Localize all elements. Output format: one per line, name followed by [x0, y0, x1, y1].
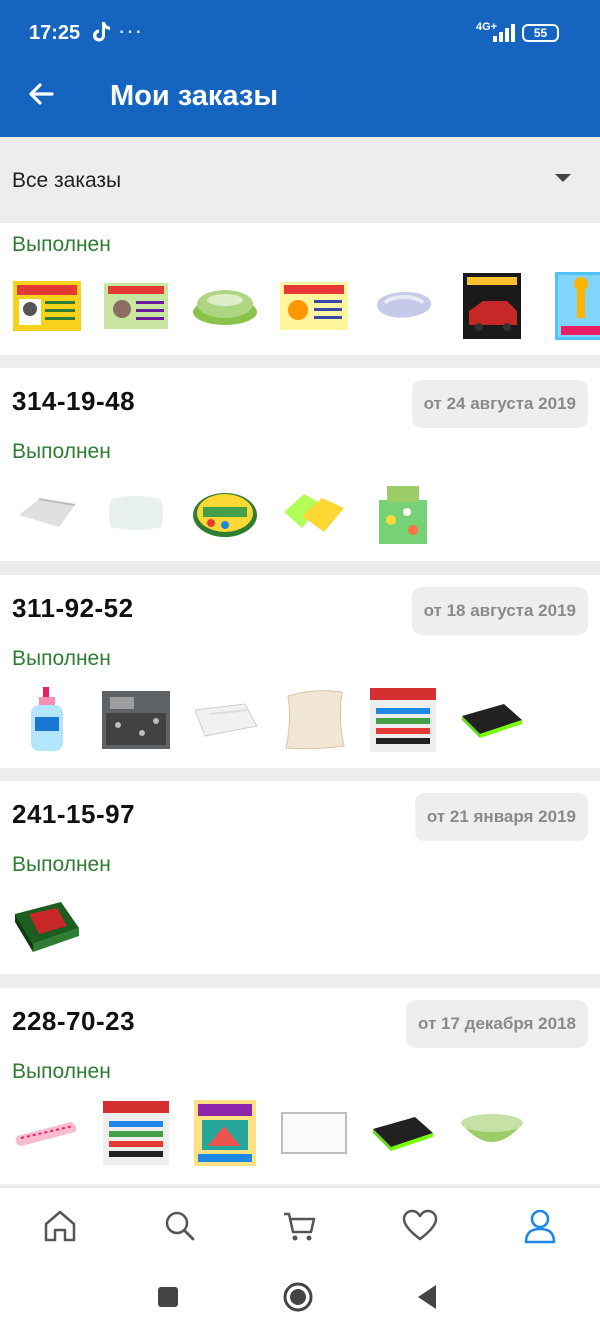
product-thumbnail-bath-sponge[interactable] [368, 271, 438, 341]
product-thumbnail-whiteboard[interactable] [279, 1098, 349, 1168]
product-thumbnail-blanket-white[interactable] [190, 685, 260, 755]
product-thumbnail-whiteboard-eraser[interactable] [457, 685, 527, 755]
order-status: Выполнен [12, 647, 111, 670]
product-thumbnail-pillow-beige[interactable] [279, 685, 349, 755]
page-title: Мои заказы [110, 80, 279, 112]
order-card[interactable]: 241-15-97 от 21 января 2019 Выполнен [0, 781, 600, 974]
signal-icon [493, 24, 515, 42]
notification-dots: ··· [118, 18, 143, 43]
product-thumbnail-colored-pencils[interactable] [457, 271, 527, 341]
home-circle-icon[interactable] [278, 1277, 318, 1317]
home-icon[interactable] [40, 1206, 80, 1246]
battery-icon: 55 [522, 24, 559, 42]
product-thumbnail-bedding-set[interactable] [368, 478, 438, 548]
product-thumbnail-pencil-case[interactable] [12, 1098, 82, 1168]
bottom-navigation [0, 1187, 600, 1263]
product-thumbnail-cleaning-cloths[interactable] [279, 478, 349, 548]
product-thumbnail-copybook-cat[interactable] [12, 271, 82, 341]
product-thumbnail-soap-dish[interactable] [190, 271, 260, 341]
order-status: Выполнен [12, 440, 111, 463]
product-thumbnail-copybook-tiger[interactable] [279, 271, 349, 341]
search-icon[interactable] [160, 1206, 200, 1246]
product-thumbnail-whiteboard-eraser[interactable] [368, 1098, 438, 1168]
back-arrow-icon[interactable] [22, 74, 62, 114]
product-thumbnail-bedding-grey[interactable] [101, 685, 171, 755]
order-status: Выполнен [12, 233, 111, 256]
system-navigation [0, 1263, 600, 1332]
product-thumbnail-green-bowl[interactable] [457, 1098, 527, 1168]
product-thumbnail-gift-box[interactable] [12, 891, 82, 961]
status-bar: 17:25 ··· 4G+ 55 [0, 0, 600, 52]
product-thumbnail-baby-soap[interactable] [12, 685, 82, 755]
order-number: 241-15-97 [12, 799, 136, 829]
order-card[interactable]: Выполнен [0, 223, 600, 355]
battery-level: 55 [533, 26, 548, 40]
product-thumbnail-giraffe-copybook[interactable] [546, 271, 600, 341]
tiktok-icon [93, 22, 110, 42]
recents-icon[interactable] [148, 1277, 188, 1317]
product-thumbnail-colored-markers[interactable] [190, 1098, 260, 1168]
product-thumbnail-markers-set[interactable] [101, 1098, 171, 1168]
order-number: 228-70-23 [12, 1006, 136, 1036]
product-thumbnail-copybook-dog[interactable] [101, 271, 171, 341]
order-date-badge: от 24 августа 2019 [411, 380, 588, 428]
orders-filter-dropdown[interactable]: Все заказы [0, 137, 600, 223]
order-items [12, 891, 82, 961]
product-thumbnail-vaseline-tin[interactable] [190, 478, 260, 548]
order-items [12, 1098, 527, 1168]
order-status: Выполнен [12, 1060, 111, 1083]
order-items [12, 478, 438, 548]
order-card[interactable]: 228-70-23 от 17 декабря 2018 Выполнен [0, 988, 600, 1184]
order-date-badge: от 18 августа 2019 [411, 587, 588, 635]
order-card[interactable]: 311-92-52 от 18 августа 2019 Выполнен [0, 575, 600, 768]
order-number: 311-92-52 [12, 593, 134, 623]
order-card[interactable]: 314-19-48 от 24 августа 2019 Выполнен [0, 368, 600, 561]
cart-icon[interactable] [280, 1206, 320, 1246]
status-time: 17:25 [29, 22, 81, 44]
back-triangle-icon[interactable] [408, 1277, 448, 1317]
filter-selected-value: Все заказы [12, 169, 122, 192]
profile-icon[interactable] [520, 1206, 560, 1246]
order-status: Выполнен [12, 853, 111, 876]
order-date-badge: от 17 декабря 2018 [406, 1000, 588, 1048]
product-thumbnail-pillow[interactable] [101, 478, 171, 548]
product-thumbnail-blanket[interactable] [12, 478, 82, 548]
order-number: 314-19-48 [12, 386, 136, 416]
chevron-down-icon [555, 174, 571, 182]
heart-icon[interactable] [400, 1206, 440, 1246]
order-items [12, 685, 527, 755]
product-thumbnail-markers-set[interactable] [368, 685, 438, 755]
app-bar: Мои заказы [0, 52, 600, 137]
order-items [12, 271, 600, 341]
order-date-badge: от 21 января 2019 [414, 793, 588, 841]
